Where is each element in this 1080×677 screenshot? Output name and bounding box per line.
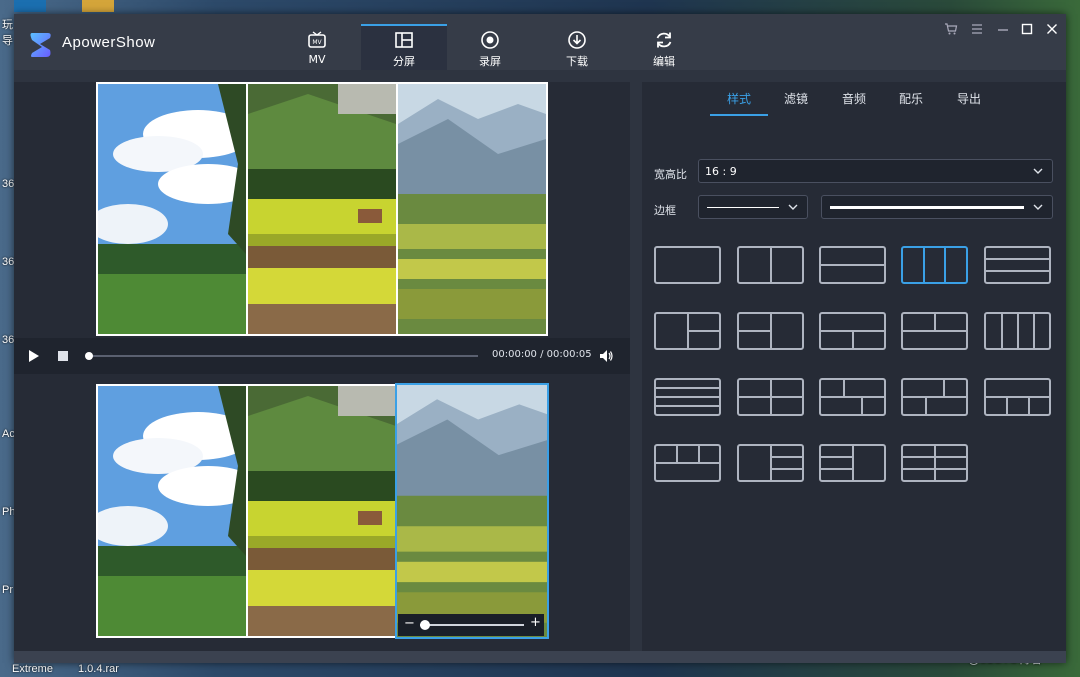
- desktop-label: Ac: [2, 428, 15, 440]
- desktop-label: 36: [2, 256, 15, 268]
- nav-edit[interactable]: 编辑: [621, 24, 707, 70]
- minimize-icon[interactable]: [994, 22, 1012, 39]
- cart-icon[interactable]: [942, 22, 960, 39]
- clip-editor: − +: [14, 383, 630, 646]
- layout-top-bottom-split[interactable]: [819, 312, 886, 350]
- nav-label: 分屏: [393, 55, 415, 68]
- layout-2x2-grid[interactable]: [737, 378, 804, 416]
- layout-3x2-grid[interactable]: [901, 444, 968, 482]
- progress-handle[interactable]: [85, 352, 93, 360]
- layout-left-1-right-3[interactable]: [737, 444, 804, 482]
- stop-icon[interactable]: [57, 350, 69, 362]
- tab-filter[interactable]: 滤镜: [774, 90, 818, 116]
- nav-download[interactable]: 下载: [534, 24, 620, 70]
- desktop-label: 36: [2, 178, 15, 190]
- layout-single[interactable]: [654, 246, 721, 284]
- zoom-handle[interactable]: [420, 620, 430, 630]
- clip-preview: − +: [96, 383, 549, 639]
- tab-style[interactable]: 样式: [710, 90, 768, 116]
- layout-4-horizontal[interactable]: [654, 378, 721, 416]
- app-name: ApowerShow: [62, 34, 156, 51]
- desktop-icon-2[interactable]: [82, 0, 114, 12]
- tab-music[interactable]: 配乐: [889, 90, 933, 116]
- zoom-out-button[interactable]: −: [404, 616, 415, 631]
- tv-icon: MV: [308, 31, 326, 48]
- status-bar: [14, 651, 1066, 663]
- zoom-in-button[interactable]: +: [530, 615, 541, 630]
- clip-panel-sky[interactable]: [98, 386, 246, 636]
- nav-label: 编辑: [653, 55, 675, 68]
- desktop-icon-1[interactable]: [14, 0, 46, 12]
- progress-track[interactable]: [88, 355, 478, 357]
- aspect-label: 宽高比: [654, 168, 687, 181]
- desktop-label: 导: [2, 35, 13, 47]
- preview-panel-sky: [98, 84, 246, 334]
- record-icon: [481, 31, 499, 49]
- chevron-down-icon: [1033, 168, 1043, 174]
- nav-record[interactable]: 录屏: [447, 24, 533, 70]
- nav-mv[interactable]: MV MV: [274, 24, 360, 70]
- apowershow-logo-icon: [30, 33, 51, 57]
- nav-label: MV: [308, 53, 326, 66]
- layout-right-left-split[interactable]: [737, 312, 804, 350]
- desktop-label: 玩: [2, 19, 13, 31]
- tab-export[interactable]: 导出: [947, 90, 991, 116]
- split-screen-icon: [395, 32, 413, 48]
- player-controls: 00:00:00 / 00:00:05: [14, 338, 630, 374]
- download-icon: [568, 31, 586, 49]
- layout-2x2-offset-alt[interactable]: [901, 378, 968, 416]
- layout-left-right-split[interactable]: [654, 312, 721, 350]
- desktop-label: Pr: [2, 584, 13, 596]
- border-width-preview: [830, 206, 1024, 209]
- layout-3-vertical[interactable]: [901, 246, 968, 284]
- zoom-track[interactable]: [420, 624, 524, 626]
- video-preview: [96, 82, 548, 336]
- aspect-select[interactable]: 16 : 9: [698, 159, 1053, 183]
- close-icon[interactable]: [1043, 22, 1061, 39]
- app-window: ApowerShow MV MV 分屏 录屏 下载 编辑 00:00:00 / …: [14, 14, 1066, 663]
- maximize-icon[interactable]: [1018, 22, 1036, 39]
- desktop-label: 36: [2, 334, 15, 346]
- preview-panel-mountain: [398, 84, 546, 334]
- settings-panel: 样式 滤镜 音频 配乐 导出 宽高比 16 : 9 边框: [642, 82, 1066, 651]
- tab-audio[interactable]: 音频: [832, 90, 876, 116]
- layout-top-3-bottom-1[interactable]: [984, 378, 1051, 416]
- layout-4-vertical[interactable]: [984, 312, 1051, 350]
- layout-2x2-offset[interactable]: [819, 378, 886, 416]
- aspect-value: 16 : 9: [705, 165, 737, 178]
- layout-top-3-split[interactable]: [654, 444, 721, 482]
- layout-left-3-right-1[interactable]: [819, 444, 886, 482]
- desktop-file-label: Extreme: [12, 663, 53, 675]
- border-label: 边框: [654, 204, 676, 217]
- chevron-down-icon: [1033, 204, 1043, 210]
- nav-split-screen[interactable]: 分屏: [361, 24, 447, 70]
- layout-bottom-top-split[interactable]: [901, 312, 968, 350]
- nav-label: 录屏: [479, 55, 501, 68]
- clip-panel-field[interactable]: [248, 386, 396, 636]
- border-style-select[interactable]: [698, 195, 808, 219]
- layout-3-horizontal[interactable]: [984, 246, 1051, 284]
- layout-2-vertical[interactable]: [737, 246, 804, 284]
- preview-panel-field: [248, 84, 396, 334]
- zoom-control: − +: [398, 614, 544, 636]
- preview-area: 00:00:00 / 00:00:05 − +: [14, 82, 630, 651]
- titlebar: ApowerShow MV MV 分屏 录屏 下载 编辑: [14, 14, 1066, 70]
- border-width-select[interactable]: [821, 195, 1053, 219]
- refresh-icon: [656, 32, 672, 48]
- desktop-file-label: 1.0.4.rar: [78, 663, 119, 675]
- volume-icon[interactable]: [598, 348, 614, 364]
- chevron-down-icon: [788, 204, 798, 210]
- clip-panel-mountain-selected[interactable]: − +: [395, 383, 549, 639]
- nav-label: 下载: [566, 55, 588, 68]
- menu-icon[interactable]: [968, 22, 986, 39]
- layout-2-horizontal[interactable]: [819, 246, 886, 284]
- time-readout: 00:00:00 / 00:00:05: [492, 349, 592, 360]
- play-icon[interactable]: [28, 349, 40, 363]
- border-line-preview: [707, 207, 779, 208]
- svg-text:MV: MV: [312, 39, 322, 46]
